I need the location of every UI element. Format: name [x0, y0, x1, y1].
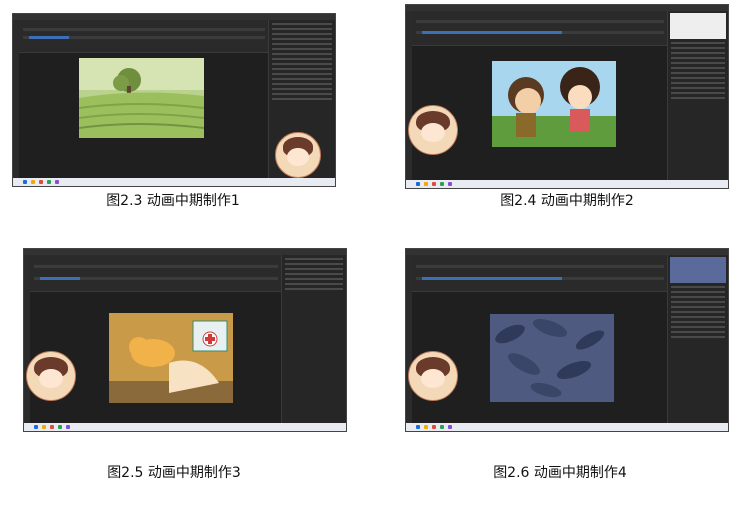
- figure-caption: 图2.3 动画中期制作1: [106, 193, 240, 209]
- figure-caption: 图2.6 动画中期制作4: [493, 465, 627, 481]
- windows-taskbar: [13, 178, 335, 186]
- screenshot-figure-2-4: [405, 4, 729, 189]
- stage-two-characters: [492, 61, 616, 147]
- screenshot-figure-2-6: [405, 248, 729, 432]
- library-panel: [667, 255, 728, 423]
- mascot-avatar: [408, 105, 458, 155]
- duck-illustration: [109, 320, 233, 403]
- library-panel: [667, 11, 728, 180]
- figure-caption: 图2.5 动画中期制作3: [107, 465, 241, 481]
- leaves-illustration: [495, 318, 605, 398]
- timeline-panel: [30, 255, 282, 292]
- stage-dark-leaves: [490, 314, 614, 402]
- timeline-panel: [412, 255, 668, 292]
- mascot-avatar: [26, 351, 76, 401]
- stage-rice-terrace: [79, 58, 204, 138]
- landscape-illustration: [79, 58, 204, 138]
- screenshot-figure-2-3: [12, 13, 336, 187]
- timeline-panel: [19, 20, 269, 53]
- screenshot-figure-2-5: [23, 248, 347, 432]
- mascot-avatar: [408, 351, 458, 401]
- windows-taskbar: [24, 423, 346, 431]
- properties-panel: [281, 255, 346, 423]
- mascot-avatar: [275, 132, 321, 178]
- windows-taskbar: [406, 180, 728, 188]
- windows-taskbar: [406, 423, 728, 431]
- figure-caption: 图2.4 动画中期制作2: [500, 193, 634, 209]
- stage-duck-first-aid: [109, 313, 233, 403]
- timeline-panel: [412, 11, 668, 46]
- characters-illustration: [492, 67, 616, 147]
